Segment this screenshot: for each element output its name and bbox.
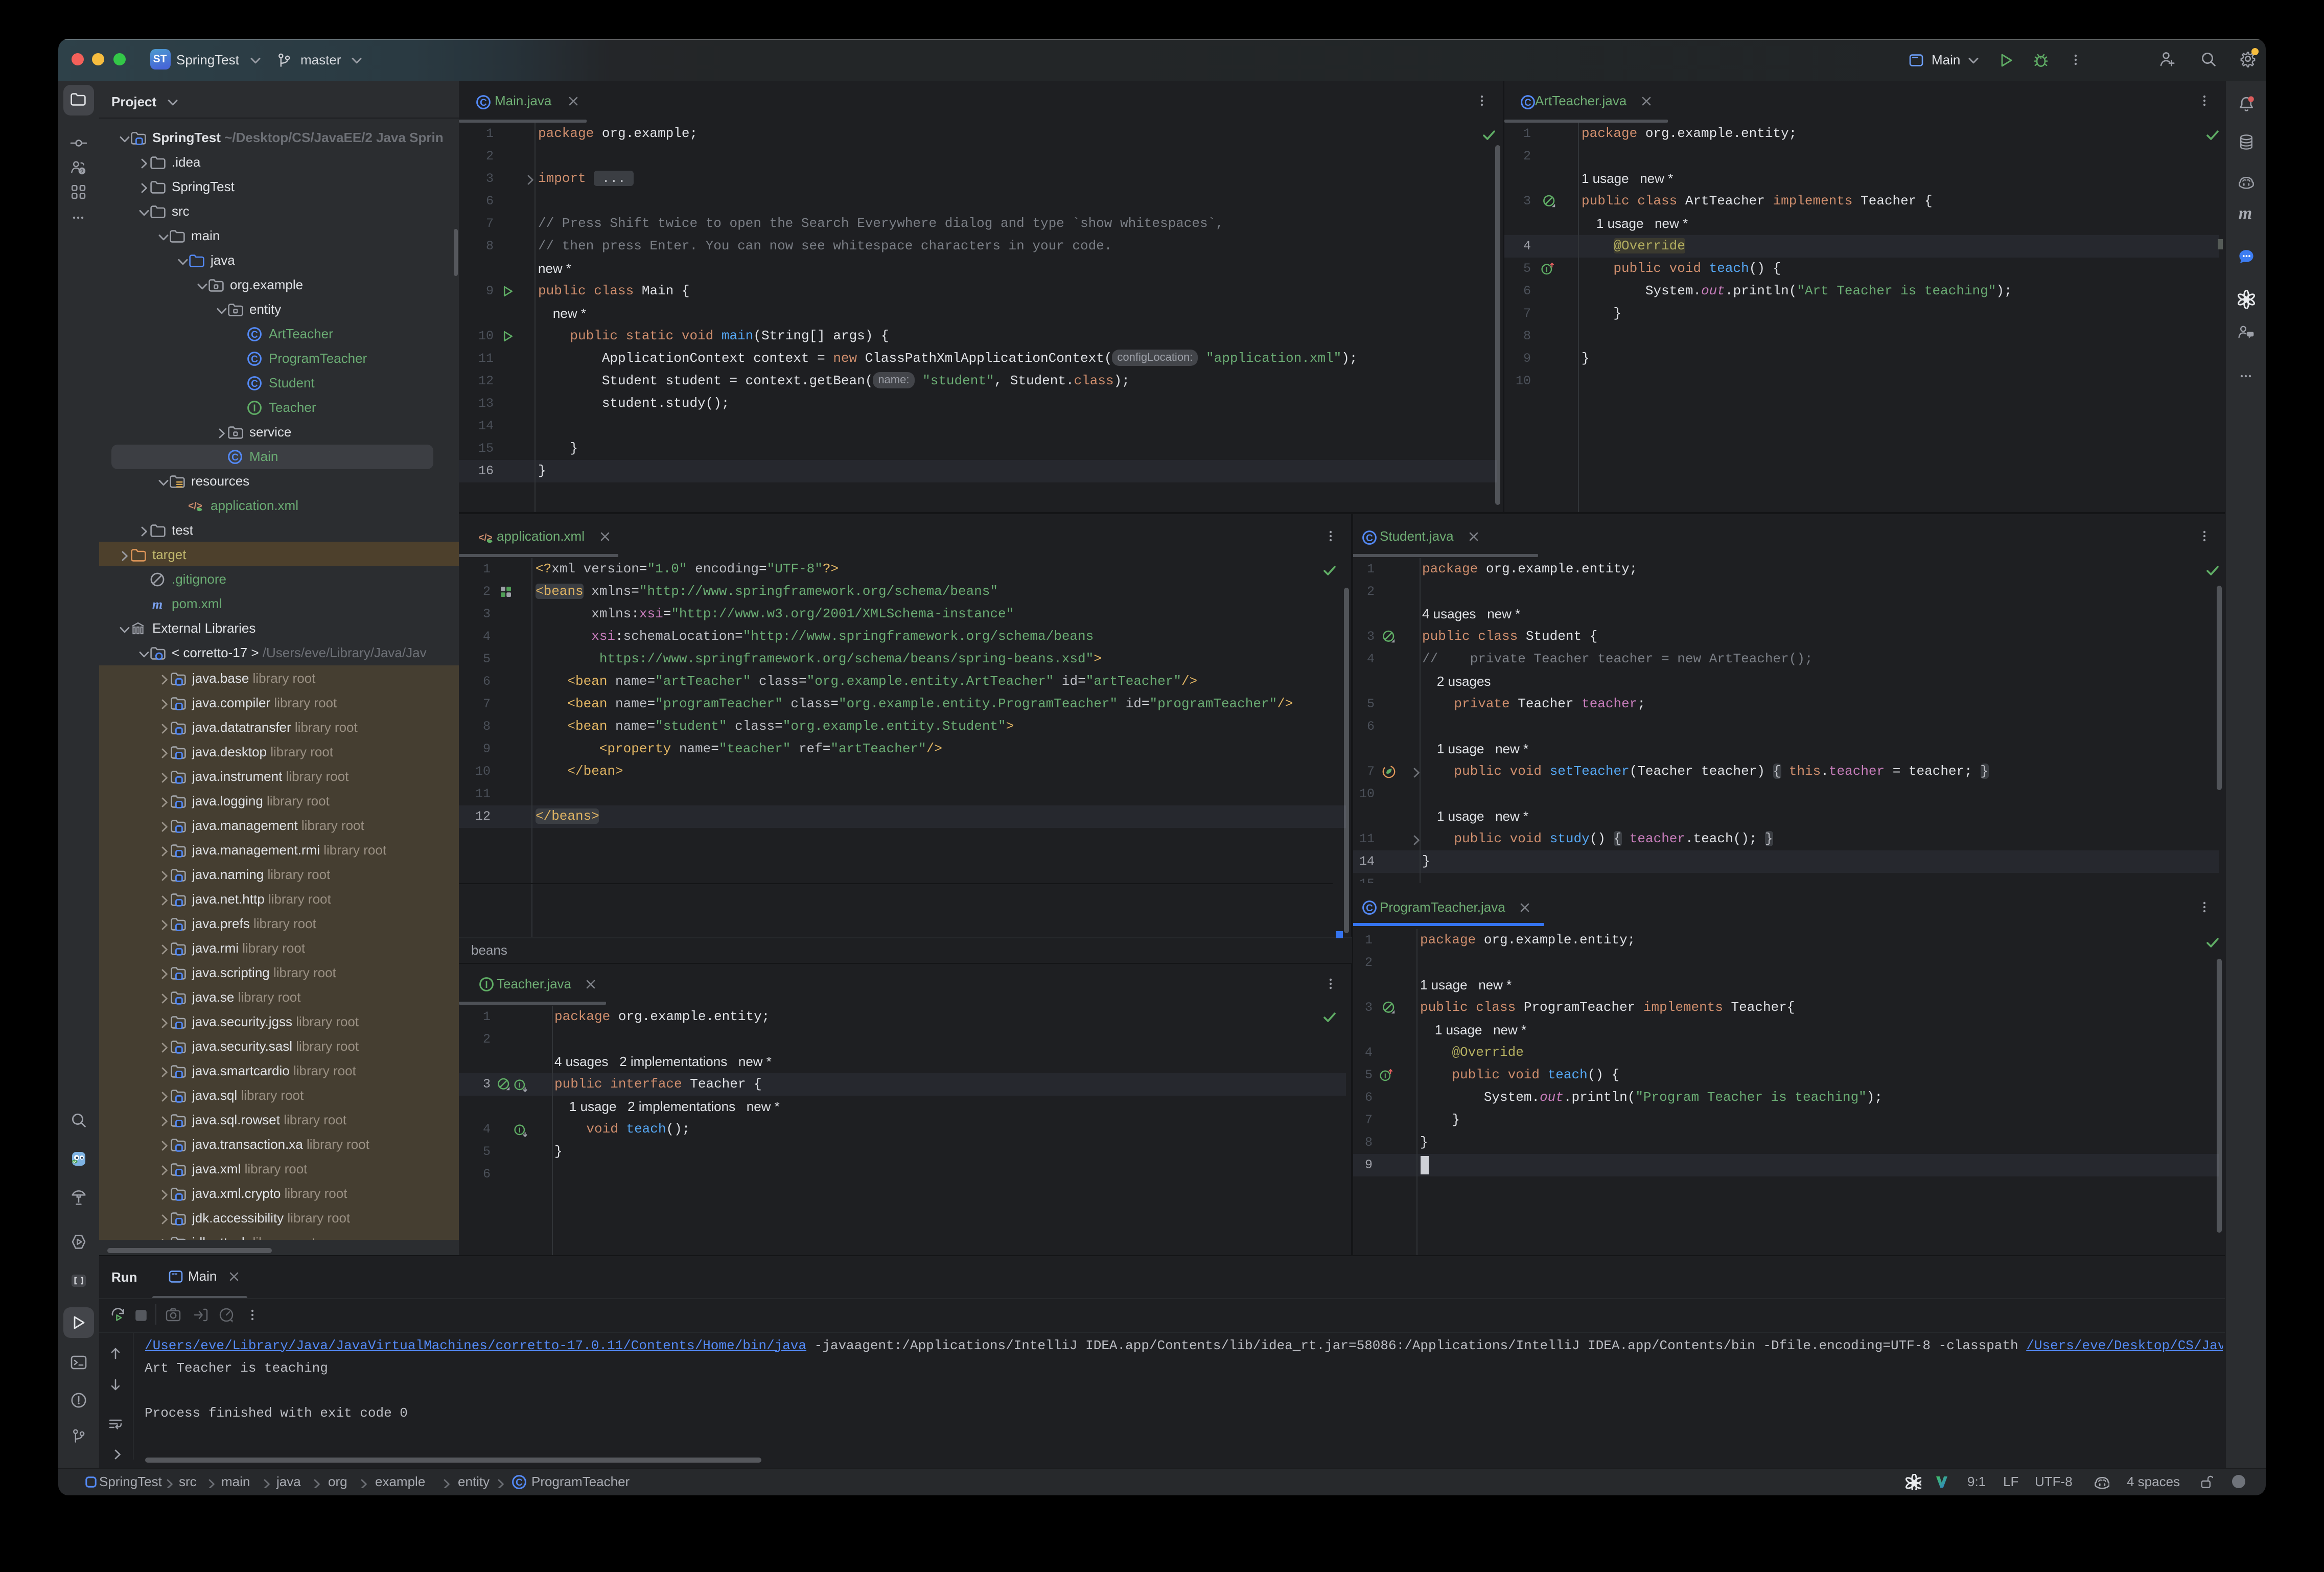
svg-text:I: I <box>519 1081 521 1089</box>
svg-text:C: C <box>251 330 258 340</box>
svg-text:C: C <box>251 379 258 389</box>
svg-text:C: C <box>1524 97 1531 108</box>
svg-text:C: C <box>1366 903 1373 914</box>
svg-text:I: I <box>484 980 487 990</box>
svg-text:I: I <box>519 1126 521 1134</box>
svg-text:C: C <box>516 1477 523 1488</box>
svg-text:m: m <box>152 597 162 612</box>
svg-text:I: I <box>1384 1071 1386 1079</box>
svg-text:I: I <box>1546 265 1548 273</box>
svg-text:C: C <box>231 452 239 463</box>
svg-text:I: I <box>253 403 255 414</box>
svg-text:C: C <box>480 97 487 108</box>
svg-text:?: ? <box>80 168 84 174</box>
svg-text:C: C <box>251 354 258 365</box>
svg-text:C: C <box>1366 533 1373 543</box>
